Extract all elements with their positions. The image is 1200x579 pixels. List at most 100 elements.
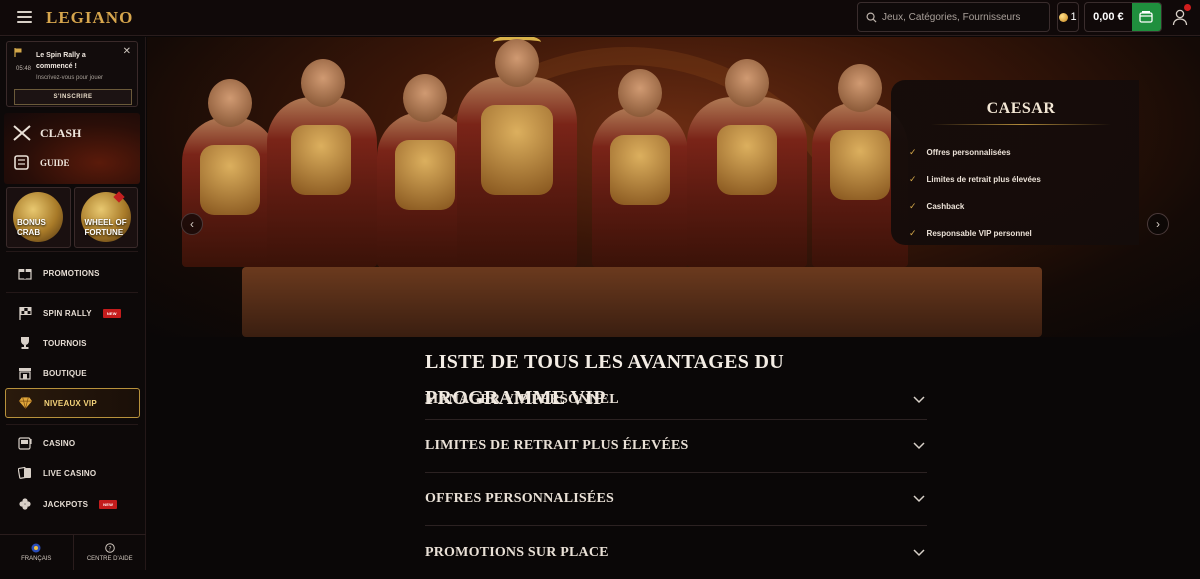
accordion-label: Limites de retrait plus élevées bbox=[425, 438, 689, 453]
language-label: FRANÇAIS bbox=[21, 556, 52, 562]
chevron-right-icon: › bbox=[1156, 217, 1160, 231]
top-bar: LEGIANO 1 0,00 € bbox=[0, 0, 1200, 36]
clover-icon bbox=[17, 497, 32, 512]
chevron-down-icon bbox=[913, 548, 925, 556]
chevron-down-icon bbox=[913, 495, 925, 503]
hero-figure bbox=[267, 59, 377, 267]
sidebar-footer: FRANÇAIS ? CENTRE D'AIDE bbox=[0, 534, 146, 570]
sidebar-item-boutique[interactable]: BOUTIQUE bbox=[0, 361, 146, 385]
chevron-down-icon bbox=[913, 442, 925, 450]
hero-figure bbox=[182, 79, 278, 267]
sidebar-item-tournois[interactable]: TOURNOIS bbox=[0, 331, 146, 355]
tile-label: BONUS CRAB bbox=[17, 218, 46, 237]
language-selector[interactable]: FRANÇAIS bbox=[0, 535, 74, 570]
vip-level-name: CAESAR bbox=[986, 100, 1056, 117]
chevron-left-icon: ‹ bbox=[190, 217, 194, 231]
map-table bbox=[242, 267, 1042, 337]
accordion-item[interactable]: Offres personnalisées bbox=[425, 473, 927, 526]
accordion-item[interactable]: Promotions sur place bbox=[425, 526, 927, 579]
user-button[interactable] bbox=[1172, 4, 1191, 26]
coins-value: 1 bbox=[1070, 11, 1077, 23]
divider bbox=[6, 292, 138, 293]
feature-tiles: BONUS CRAB WHEEL OF FORTUNE bbox=[6, 187, 138, 248]
sidebar-item-live-casino[interactable]: LIVE CASINO bbox=[0, 461, 146, 485]
sidebar-item-promotions[interactable]: PROMOTIONS bbox=[0, 261, 146, 285]
tile-label: WHEEL OF FORTUNE bbox=[84, 218, 127, 237]
accordion-item[interactable]: Limites de retrait plus élevées bbox=[425, 420, 927, 473]
search-box[interactable] bbox=[857, 2, 1050, 32]
carousel-next-button[interactable]: › bbox=[1147, 213, 1169, 235]
help-center-link[interactable]: ? CENTRE D'AIDE bbox=[74, 535, 147, 570]
logo[interactable]: LEGIANO bbox=[46, 8, 133, 28]
clash-link[interactable]: CLASH bbox=[12, 124, 81, 142]
balance-value: 0,00 € bbox=[1093, 11, 1124, 23]
menu-icon[interactable] bbox=[17, 11, 32, 23]
check-icon: ✓ bbox=[909, 201, 917, 211]
hero-figure-caesar bbox=[457, 37, 577, 267]
sidebar-item-label: NIVEAUX VIP bbox=[44, 398, 97, 408]
accordion-label: Manager VIP personnel bbox=[425, 391, 619, 407]
guide-link[interactable]: GUIDE bbox=[12, 154, 70, 172]
perk-item: ✓ Limites de retrait plus élevées bbox=[909, 166, 1041, 193]
sidebar-item-label: BOUTIQUE bbox=[43, 368, 87, 378]
help-label: CENTRE D'AIDE bbox=[86, 556, 133, 562]
search-input[interactable] bbox=[882, 11, 1032, 23]
wheel-of-fortune-tile[interactable]: WHEEL OF FORTUNE bbox=[73, 187, 138, 248]
clash-label: CLASH bbox=[40, 125, 82, 140]
perk-label: Responsable VIP personnel bbox=[926, 229, 1032, 238]
close-icon[interactable]: ✕ bbox=[123, 46, 131, 57]
search-icon bbox=[866, 12, 877, 23]
coins-counter[interactable]: 1 bbox=[1057, 2, 1079, 32]
notice-time: 05:48 bbox=[16, 66, 32, 72]
crossed-swords-icon bbox=[13, 125, 31, 141]
gift-icon bbox=[17, 266, 32, 281]
perk-label: Limites de retrait plus élevées bbox=[926, 175, 1041, 184]
check-icon: ✓ bbox=[909, 147, 917, 157]
checkered-flag-icon bbox=[17, 306, 32, 321]
notice-subtitle: Inscrivez-vous pour jouer bbox=[36, 75, 104, 81]
register-button[interactable]: S'INSCRIRE bbox=[14, 89, 132, 105]
new-badge: NEW bbox=[99, 499, 118, 509]
flag-icon bbox=[14, 48, 22, 57]
slot-machine-icon bbox=[17, 436, 32, 451]
perk-item: ✓ Offres personnalisées bbox=[909, 139, 1041, 166]
check-icon: ✓ bbox=[909, 228, 917, 238]
wallet-icon bbox=[1139, 11, 1154, 23]
hero-figure bbox=[592, 69, 688, 267]
perk-label: Cashback bbox=[926, 202, 965, 211]
check-icon: ✓ bbox=[909, 174, 917, 184]
wallet-button[interactable] bbox=[1131, 3, 1161, 31]
sidebar-item-label: SPIN RALLY bbox=[43, 308, 92, 318]
accordion-label: Promotions sur place bbox=[425, 544, 609, 560]
vip-perks-list: ✓ Offres personnalisées ✓ Limites de retra… bbox=[909, 139, 1041, 247]
sidebar: 05:48 Le Spin Rally a commencé ! Inscriv… bbox=[0, 37, 146, 570]
diamond-icon bbox=[18, 396, 33, 411]
sidebar-item-label: PROMOTIONS bbox=[43, 268, 100, 278]
spin-rally-notice: 05:48 Le Spin Rally a commencé ! Inscriv… bbox=[6, 41, 138, 107]
coin-icon bbox=[1059, 12, 1069, 22]
sidebar-item-label: LIVE CASINO bbox=[43, 468, 97, 478]
notice-title: Le Spin Rally a commencé ! bbox=[36, 52, 86, 70]
perk-label: Offres personnalisées bbox=[926, 148, 1011, 157]
sidebar-item-spin-rally[interactable]: SPIN RALLY NEW bbox=[0, 301, 146, 325]
notification-dot bbox=[1184, 4, 1191, 11]
sidebar-item-label: CASINO bbox=[43, 438, 76, 448]
divider bbox=[6, 424, 138, 425]
shop-icon bbox=[17, 366, 32, 381]
accordion-label: Offres personnalisées bbox=[425, 491, 614, 506]
divider bbox=[931, 124, 1111, 125]
balance-box[interactable]: 0,00 € bbox=[1084, 2, 1162, 32]
sidebar-item-niveaux-vip[interactable]: NIVEAUX VIP bbox=[5, 388, 140, 418]
cards-icon bbox=[17, 466, 32, 481]
trophy-icon bbox=[17, 336, 32, 351]
help-icon: ? bbox=[104, 543, 115, 553]
perk-item: ✓ Cashback bbox=[909, 193, 1041, 220]
perk-item: ✓ Responsable VIP personnel bbox=[909, 220, 1041, 247]
bonus-crab-tile[interactable]: BONUS CRAB bbox=[6, 187, 71, 248]
carousel-prev-button[interactable]: ‹ bbox=[181, 213, 203, 235]
scroll-icon bbox=[14, 155, 29, 170]
benefits-title: Liste de tous les avantages du programme… bbox=[425, 351, 784, 409]
sidebar-item-jackpots[interactable]: JACKPOTS NEW bbox=[0, 492, 146, 516]
sidebar-item-casino[interactable]: CASINO bbox=[0, 431, 146, 455]
sidebar-item-label: JACKPOTS bbox=[43, 499, 89, 509]
